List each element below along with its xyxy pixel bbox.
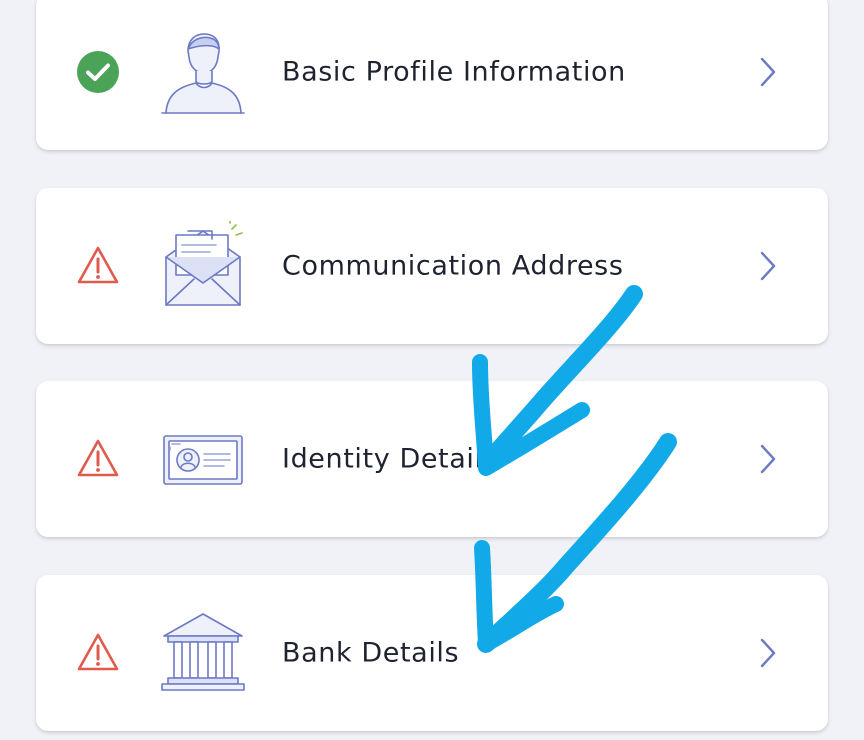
section-title: Communication Address <box>282 250 624 282</box>
section-card-communication-address[interactable]: Communication Address <box>36 188 828 344</box>
bank-building-icon <box>158 608 248 698</box>
user-avatar-icon <box>158 27 248 117</box>
warning-triangle-icon <box>76 244 120 288</box>
open-envelope-icon <box>158 221 248 311</box>
id-card-icon <box>158 414 248 504</box>
section-title: Identity Details <box>282 443 498 475</box>
chevron-right-icon[interactable] <box>754 248 782 284</box>
section-title: Bank Details <box>282 637 460 669</box>
section-card-bank-details[interactable]: Bank Details <box>36 575 828 731</box>
section-card-identity-details[interactable]: Identity Details <box>36 381 828 537</box>
warning-triangle-icon <box>76 437 120 481</box>
warning-triangle-icon <box>76 631 120 675</box>
chevron-right-icon[interactable] <box>754 441 782 477</box>
section-card-basic-profile[interactable]: Basic Profile Information <box>36 0 828 150</box>
chevron-right-icon[interactable] <box>754 54 782 90</box>
section-title: Basic Profile Information <box>282 56 626 88</box>
check-circle-icon <box>76 50 120 94</box>
chevron-right-icon[interactable] <box>754 635 782 671</box>
